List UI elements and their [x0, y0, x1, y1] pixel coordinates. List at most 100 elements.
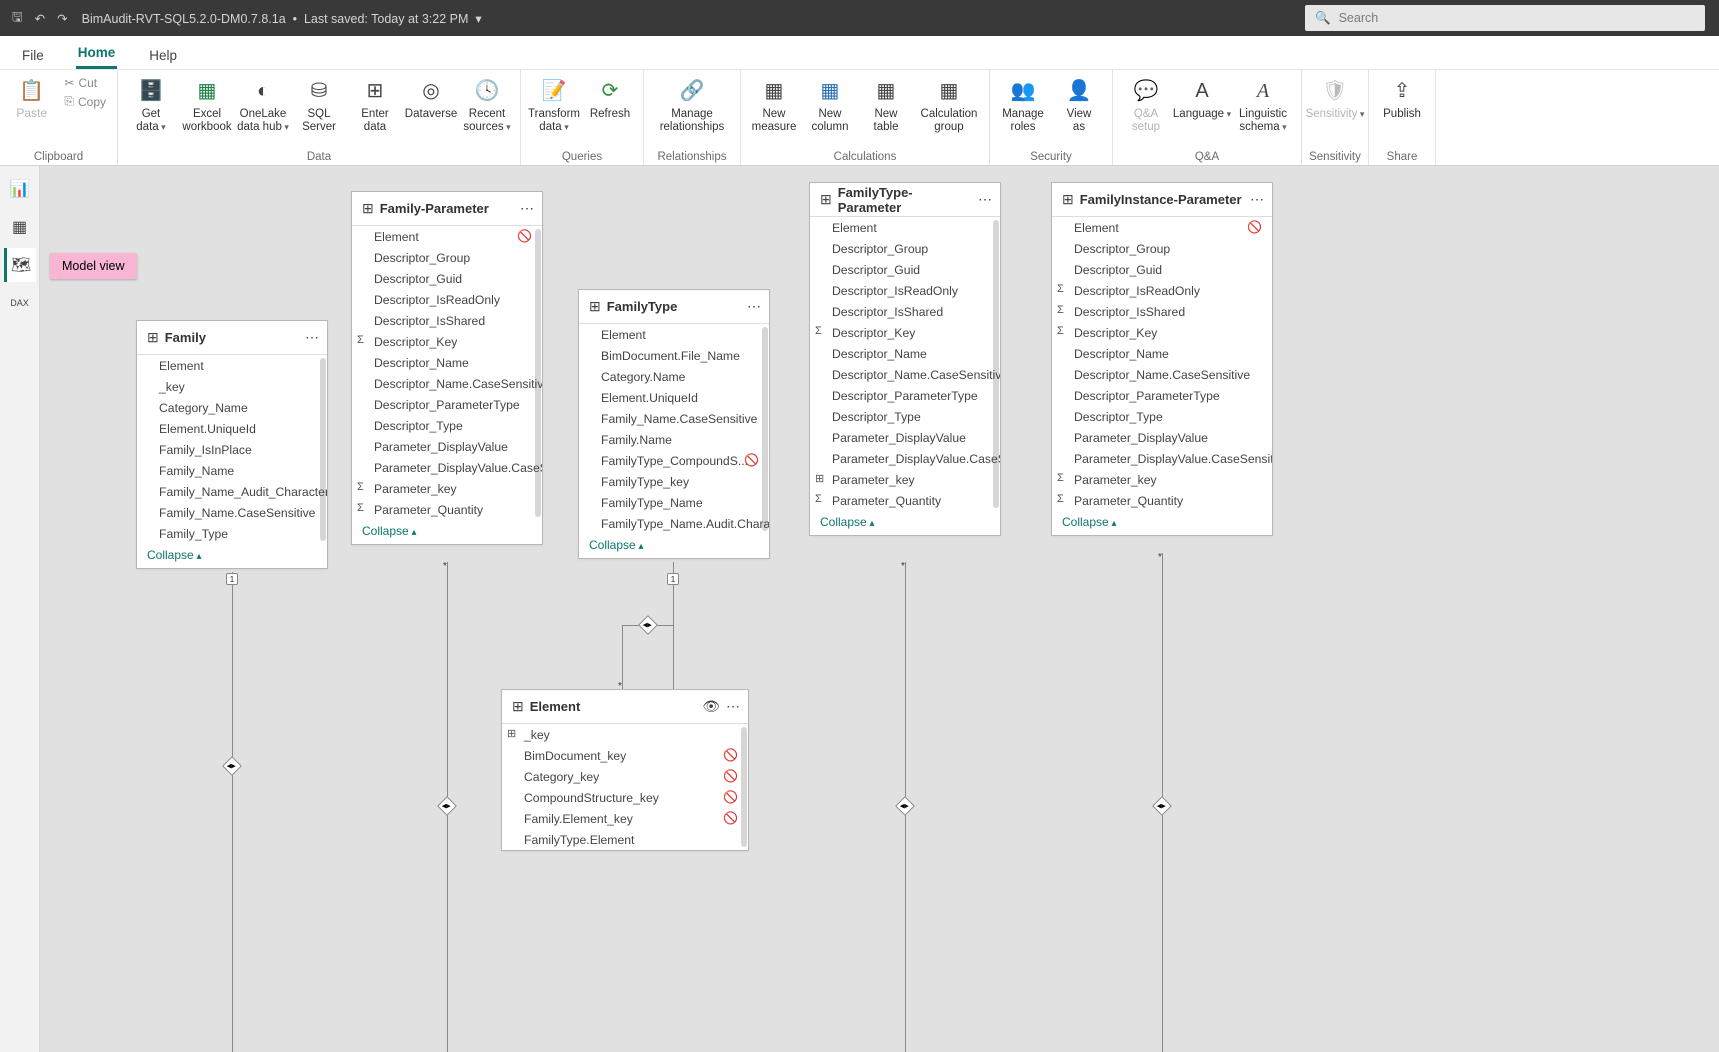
dax-view-button[interactable]: DAX [4, 286, 36, 320]
get-data-button[interactable]: 🗄️Get data [126, 74, 176, 134]
language-button[interactable]: ALanguage [1177, 74, 1227, 121]
field-row[interactable]: Descriptor_IsReadOnly [810, 280, 1000, 301]
field-row[interactable]: Parameter_DisplayValue.CaseSensitive [1052, 448, 1272, 469]
field-row[interactable]: ΣDescriptor_IsReadOnly [1052, 280, 1272, 301]
field-row[interactable]: Parameter_DisplayValue.CaseSens... [810, 448, 1000, 469]
field-row[interactable]: Descriptor_Name.CaseSensitive [352, 373, 542, 394]
manage-roles-button[interactable]: 👥Manage roles [998, 74, 1048, 134]
field-row[interactable]: Descriptor_Name [1052, 343, 1272, 364]
field-row[interactable]: ⊞_key [502, 724, 748, 745]
report-view-button[interactable]: 📊 [4, 172, 36, 206]
field-row[interactable]: _key [137, 376, 327, 397]
field-row[interactable]: Descriptor_ParameterType [1052, 385, 1272, 406]
onelake-button[interactable]: ◐OneLake data hub [238, 74, 288, 134]
field-row[interactable]: Parameter_DisplayValue [1052, 427, 1272, 448]
field-row[interactable]: Descriptor_Type [810, 406, 1000, 427]
enter-data-button[interactable]: ⊞Enter data [350, 74, 400, 134]
field-row[interactable]: Element [137, 355, 327, 376]
field-row[interactable]: Category_key🚫 [502, 766, 748, 787]
field-row[interactable]: ΣParameter_key [352, 478, 542, 499]
search-box[interactable]: 🔍 Search [1305, 5, 1705, 31]
refresh-button[interactable]: ⟳Refresh [585, 74, 635, 121]
new-measure-button[interactable]: ▦New measure [749, 74, 799, 134]
field-row[interactable]: Descriptor_ParameterType [352, 394, 542, 415]
sql-button[interactable]: ⛁SQL Server [294, 74, 344, 134]
field-row[interactable]: ΣParameter_Quantity [1052, 490, 1272, 511]
field-row[interactable]: Descriptor_Type [1052, 406, 1272, 427]
field-row[interactable]: ΣDescriptor_IsShared [1052, 301, 1272, 322]
tab-home[interactable]: Home [76, 39, 118, 69]
field-row[interactable]: Element [810, 217, 1000, 238]
manage-relationships-button[interactable]: 🔗Manage relationships [652, 74, 732, 134]
field-row[interactable]: ⊞Parameter_key [810, 469, 1000, 490]
field-row[interactable]: Element.UniqueId [137, 418, 327, 439]
field-row[interactable]: Parameter_DisplayValue [810, 427, 1000, 448]
more-icon[interactable]: ⋯ [726, 698, 740, 715]
field-row[interactable]: FamilyType_Name [579, 492, 769, 513]
new-table-button[interactable]: ▦New table [861, 74, 911, 134]
field-row[interactable]: Descriptor_Name [810, 343, 1000, 364]
model-view-button[interactable]: 🗺 [4, 248, 36, 282]
field-row[interactable]: ΣParameter_Quantity [810, 490, 1000, 511]
field-row[interactable]: Descriptor_Name.CaseSensitive [1052, 364, 1272, 385]
table-card-family-parameter[interactable]: ⊞ Family-Parameter ⋯ Element🚫Descriptor_… [352, 192, 542, 544]
field-row[interactable]: Family_Type [137, 523, 327, 544]
field-row[interactable]: Descriptor_Guid [1052, 259, 1272, 280]
undo-icon[interactable]: ↶ [35, 11, 45, 26]
excel-button[interactable]: ▦Excel workbook [182, 74, 232, 134]
field-row[interactable]: FamilyType_Name.Audit.Character [579, 513, 769, 534]
field-row[interactable]: Descriptor_Guid [352, 268, 542, 289]
field-row[interactable]: Family_Name_Audit_Character [137, 481, 327, 502]
field-row[interactable]: ΣDescriptor_Key [352, 331, 542, 352]
new-column-button[interactable]: ▦New column [805, 74, 855, 134]
field-row[interactable]: Element [579, 324, 769, 345]
table-card-familytype[interactable]: ⊞ FamilyType ⋯ ElementBimDocument.File_N… [579, 290, 769, 558]
recent-sources-button[interactable]: 🕓Recent sources [462, 74, 512, 134]
field-row[interactable]: Element.UniqueId [579, 387, 769, 408]
field-row[interactable]: Family_IsInPlace [137, 439, 327, 460]
field-row[interactable]: ΣParameter_key [1052, 469, 1272, 490]
more-icon[interactable]: ⋯ [1250, 191, 1264, 208]
redo-icon[interactable]: ↷ [57, 11, 67, 26]
field-row[interactable]: Descriptor_IsReadOnly [352, 289, 542, 310]
more-icon[interactable]: ⋯ [747, 298, 761, 315]
save-icon[interactable]: 🖫 [12, 8, 23, 29]
field-row[interactable]: Descriptor_Group [810, 238, 1000, 259]
table-card-familyinstance-parameter[interactable]: ⊞ FamilyInstance-Parameter ⋯ Element🚫Des… [1052, 183, 1272, 535]
field-row[interactable]: Descriptor_IsShared [352, 310, 542, 331]
field-row[interactable]: Family_Name [137, 460, 327, 481]
view-as-button[interactable]: 👤View as [1054, 74, 1104, 134]
field-row[interactable]: Category.Name [579, 366, 769, 387]
field-row[interactable]: Descriptor_Name [352, 352, 542, 373]
table-card-familytype-parameter[interactable]: ⊞ FamilyType-Parameter ⋯ ElementDescript… [810, 183, 1000, 535]
field-row[interactable]: Category_Name [137, 397, 327, 418]
field-row[interactable]: ΣDescriptor_Key [810, 322, 1000, 343]
more-icon[interactable]: ⋯ [520, 200, 534, 217]
field-row[interactable]: Descriptor_Group [352, 247, 542, 268]
collapse-button[interactable]: Collapse [810, 511, 1000, 535]
field-row[interactable]: Descriptor_Group [1052, 238, 1272, 259]
data-view-button[interactable]: ▦ [4, 210, 36, 244]
more-icon[interactable]: ⋯ [978, 191, 992, 208]
field-row[interactable]: ΣParameter_Quantity [352, 499, 542, 520]
field-row[interactable]: BimDocument_key🚫 [502, 745, 748, 766]
transform-data-button[interactable]: 📝Transform data [529, 74, 579, 134]
tab-file[interactable]: File [20, 42, 46, 69]
table-card-element[interactable]: ⊞ Element 👁 ⋯ ⊞_keyBimDocument_key🚫Categ… [502, 690, 748, 850]
more-icon[interactable]: ⋯ [305, 329, 319, 346]
field-row[interactable]: Descriptor_IsShared [810, 301, 1000, 322]
field-row[interactable]: CompoundStructure_key🚫 [502, 787, 748, 808]
collapse-button[interactable]: Collapse [579, 534, 769, 558]
field-row[interactable]: FamilyType_key [579, 471, 769, 492]
collapse-button[interactable]: Collapse [137, 544, 327, 568]
visible-icon[interactable]: 👁 [702, 698, 720, 715]
field-row[interactable]: FamilyType.Element [502, 829, 748, 850]
field-row[interactable]: Element🚫 [1052, 217, 1272, 238]
model-canvas[interactable]: 1 ◂▸ * ◂▸ 1 * ◂▸ * ◂▸ * ◂▸ ⊞ Family ⋯ El… [40, 166, 1719, 1052]
field-row[interactable]: Descriptor_ParameterType [810, 385, 1000, 406]
field-row[interactable]: ΣDescriptor_Key [1052, 322, 1272, 343]
field-row[interactable]: Parameter_DisplayValue.CaseSens... [352, 457, 542, 478]
collapse-button[interactable]: Collapse [1052, 511, 1272, 535]
calc-group-button[interactable]: ▦Calculation group [917, 74, 981, 134]
field-row[interactable]: Family_Name.CaseSensitive [579, 408, 769, 429]
